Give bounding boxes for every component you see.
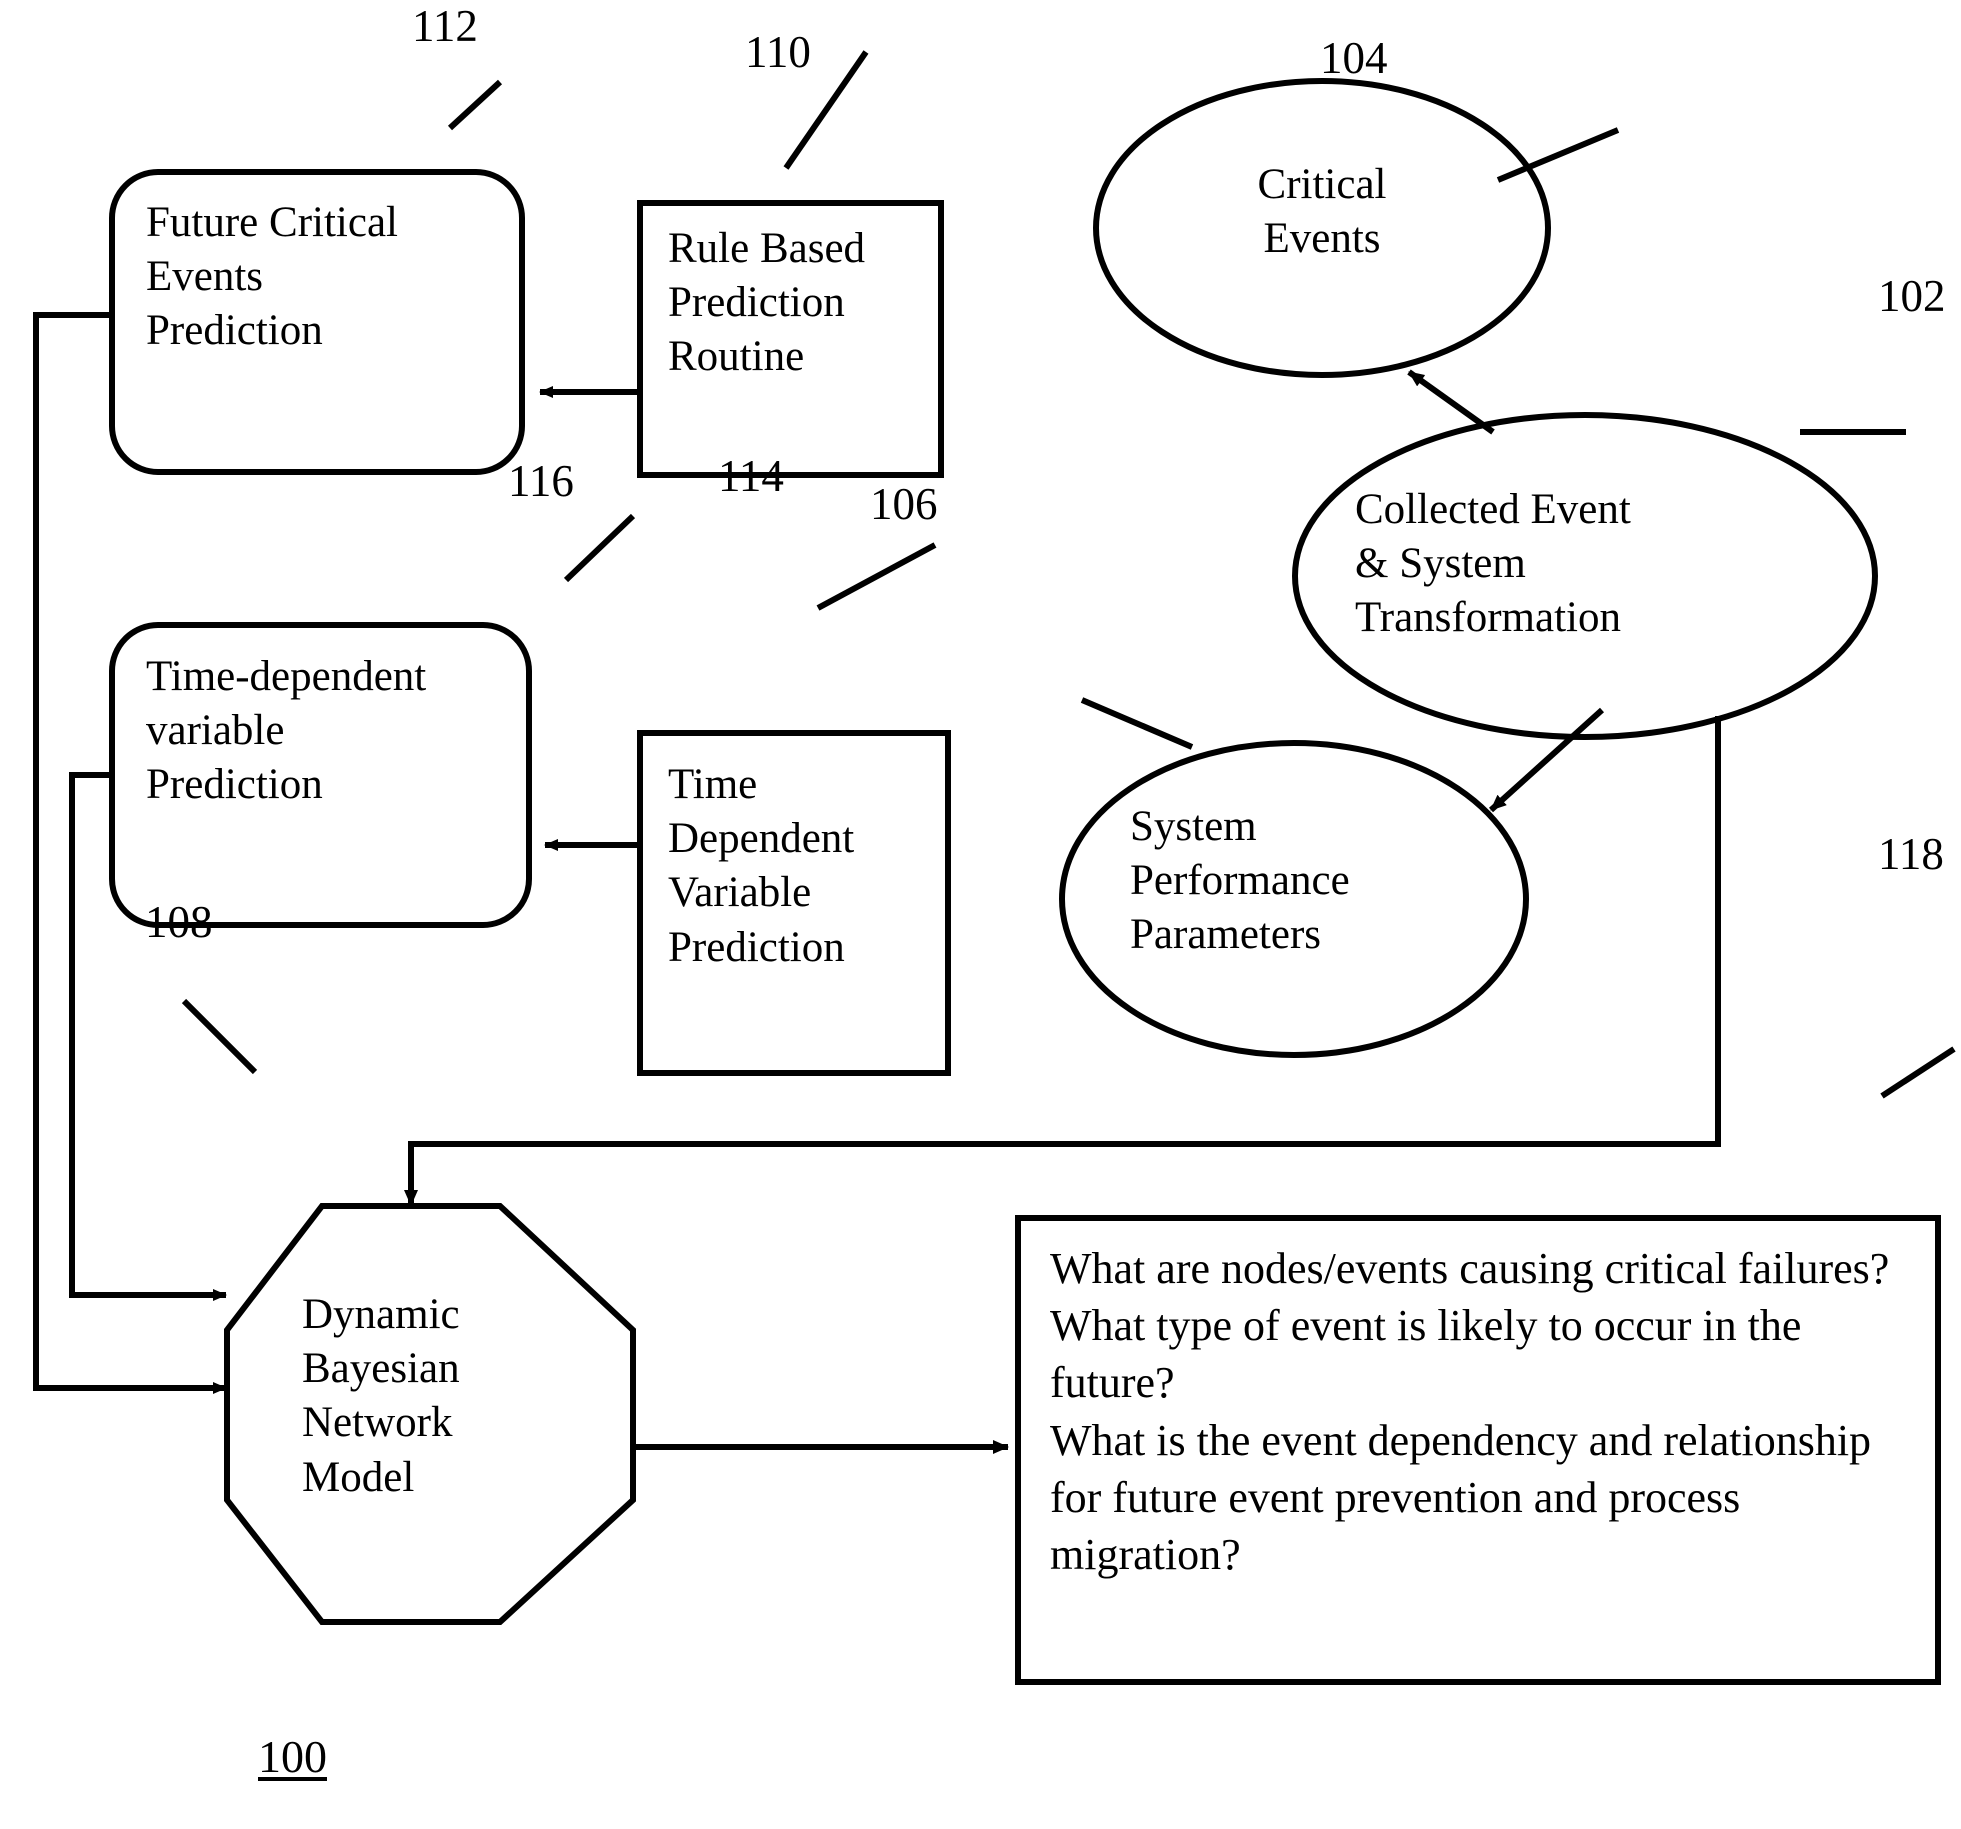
node-system-performance-parameters-label: System Performance Parameters [1130,803,1350,959]
connector-time-dependent-to-dbn [69,772,208,1298]
ref-numeral-116: 116 [508,456,574,506]
ref-numeral-102: 102 [1878,271,1946,321]
node-dynamic-bayesian-network-model-label: Dynamic Bayesian Network Model [302,1291,460,1501]
ref-numeral-108: 108 [145,897,213,947]
leader-line-106 [1080,697,1194,750]
ref-numeral-106: 106 [870,479,938,529]
node-collected-event-label: Collected Event & System Transformation [1355,486,1631,642]
ref-numeral-114: 114 [718,451,784,501]
ref-numeral-104: 104 [1320,33,1388,83]
connector-future-critical-to-dbn [33,312,208,1391]
ref-numeral-110: 110 [745,27,811,77]
node-questions-output-label: What are nodes/events causing critical f… [1050,1244,1890,1579]
leader-line-104 [1496,127,1620,183]
ref-numeral-118: 118 [1878,829,1944,879]
leader-line-118 [1880,1046,1956,1099]
connector-collected-to-critical-events [1407,369,1495,435]
ref-numeral-112: 112 [412,1,478,51]
leader-line-112 [447,79,503,131]
patent-figure: Future Critical Events Prediction Rule B… [0,0,1961,1829]
figure-number: 100 [258,1731,327,1782]
leader-line-116 [563,513,636,583]
node-future-critical-events-prediction-label: Future Critical Events Prediction [146,199,398,355]
node-rule-based-prediction-routine-label: Rule Based Prediction Routine [668,225,866,381]
node-critical-events-label: Critical Events [1257,161,1387,263]
connector-collected-to-system-performance [1488,707,1605,813]
leader-line-108 [181,998,258,1075]
connector-collected-event-to-dbn [408,716,1721,1200]
leader-line-114 [816,542,937,611]
node-time-dependent-variable-prediction-label: Time-dependent variable Prediction [146,653,427,809]
node-time-dependent-variable-routine-label: Time Dependent Variable Prediction [668,761,855,971]
